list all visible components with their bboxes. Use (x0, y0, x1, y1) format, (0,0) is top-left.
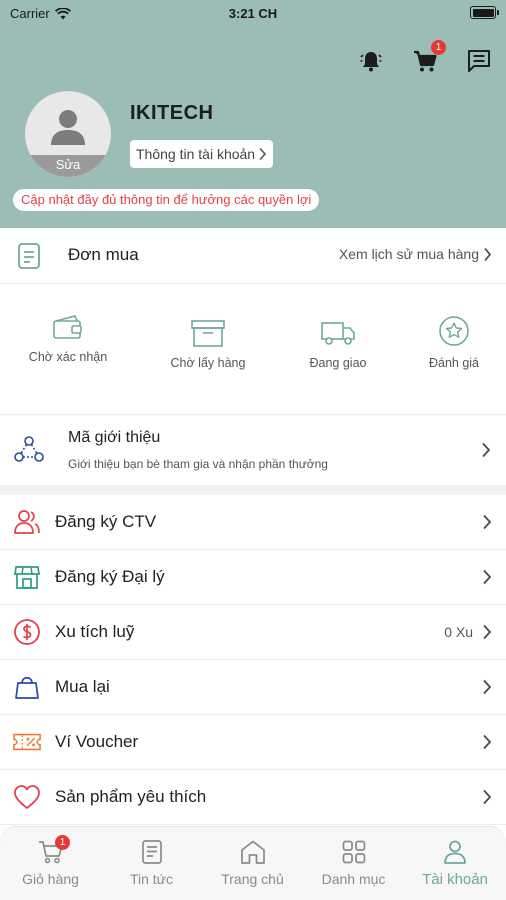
nav-label: Danh mục (321, 871, 386, 887)
orders-title: Đơn mua (68, 245, 139, 264)
chevron-right-icon (483, 679, 492, 695)
nav-cart-badge: 1 (55, 835, 70, 850)
chevron-right-icon (484, 247, 492, 261)
section-gap (0, 485, 506, 495)
menu-voucher-wallet[interactable]: Ví Voucher (0, 715, 506, 770)
status-review[interactable]: Đánh giá (404, 314, 504, 370)
coin-icon (13, 618, 41, 646)
bottom-navigation: 1 Giỏ hàng Tin tức Trang chủ Danh mục Tà… (0, 826, 506, 900)
nav-account[interactable]: Tài khoản (404, 839, 506, 888)
user-name: IKITECH (130, 102, 214, 124)
status-label: Đang giao (309, 356, 367, 370)
header-cart-icon[interactable]: 1 (410, 40, 446, 76)
chevron-right-icon (483, 734, 492, 750)
update-info-notice[interactable]: Cập nhật đầy đủ thông tin để hưởng các q… (13, 189, 320, 211)
status-awaiting-pickup[interactable]: Chờ lấy hàng (158, 318, 258, 370)
menu-label: Xu tích luỹ (55, 622, 135, 641)
status-time: 3:21 CH (228, 6, 278, 21)
purchase-history-link[interactable]: Xem lịch sử mua hàng (339, 246, 492, 262)
status-label: Chờ xác nhận (28, 350, 108, 364)
message-icon[interactable] (464, 46, 494, 76)
person-icon (444, 840, 466, 864)
status-in-delivery[interactable]: Đang giao (288, 318, 388, 370)
menu-register-collaborator[interactable]: Đăng ký CTV (0, 495, 506, 550)
store-icon (13, 563, 41, 591)
nav-label: Tài khoản (422, 871, 488, 888)
account-info-button[interactable]: Thông tin tài khoản (130, 140, 274, 168)
avatar-placeholder-icon (25, 107, 111, 147)
chevron-right-icon (259, 147, 267, 161)
nav-label: Tin tức (129, 871, 174, 887)
order-status-strip: Chờ xác nhận Chờ lấy hàng Đang giao Đánh… (0, 294, 506, 404)
wallet-icon (53, 315, 82, 339)
menu-label: Mua lại (55, 677, 110, 696)
voucher-icon (13, 728, 41, 756)
referral-subtitle: Giới thiệu bạn bè tham gia và nhận phần … (68, 457, 328, 471)
menu-buy-again[interactable]: Mua lại (0, 660, 506, 715)
menu-label: Sản phẩm yêu thích (55, 787, 207, 806)
referral-code-row[interactable]: Mã giới thiệu Giới thiệu bạn bè tham gia… (0, 415, 506, 485)
nav-cart[interactable]: 1 Giỏ hàng (0, 835, 101, 887)
nav-label: Trang chủ (221, 871, 284, 887)
chevron-right-icon (482, 442, 491, 458)
cart-badge: 1 (431, 40, 446, 55)
avatar[interactable]: Sửa (25, 91, 111, 177)
nav-home[interactable]: Trang chủ (202, 839, 303, 887)
grid-icon (342, 840, 365, 864)
home-icon (240, 840, 265, 864)
avatar-edit-button[interactable]: Sửa (25, 155, 111, 177)
orders-header-row[interactable]: Đơn mua Xem lịch sử mua hàng (0, 228, 506, 284)
menu-label: Đăng ký CTV (55, 512, 157, 531)
status-awaiting-confirmation[interactable]: Chờ xác nhận (18, 312, 118, 364)
notification-bell-icon[interactable] (356, 46, 386, 76)
nav-categories[interactable]: Danh mục (303, 839, 404, 887)
bag-icon (13, 673, 41, 701)
chevron-right-icon (483, 789, 492, 805)
battery-icon (470, 6, 499, 19)
menu-register-agency[interactable]: Đăng ký Đại lý (0, 550, 506, 605)
box-icon (191, 320, 225, 347)
heart-icon (13, 783, 41, 811)
menu-favorite-products[interactable]: Sản phẩm yêu thích (0, 770, 506, 825)
users-icon (13, 508, 41, 536)
chevron-right-icon (483, 624, 492, 640)
status-label: Chờ lấy hàng (170, 356, 246, 370)
order-list-icon (18, 243, 40, 269)
nav-label: Giỏ hàng (22, 871, 79, 887)
truck-icon (321, 322, 355, 345)
status-label: Đánh giá (428, 356, 480, 370)
chevron-right-icon (483, 569, 492, 585)
coin-balance: 0 Xu (444, 624, 473, 640)
referral-title: Mã giới thiệu (68, 429, 161, 446)
menu-accumulated-coins[interactable]: Xu tích luỹ 0 Xu (0, 605, 506, 660)
share-network-icon (14, 436, 44, 462)
profile-header: Carrier 3:21 CH 1 Sửa IKITECH Thông tin … (0, 0, 506, 228)
news-icon (141, 840, 162, 864)
status-bar: Carrier 3:21 CH (0, 0, 506, 28)
star-icon (439, 316, 469, 346)
menu-label: Ví Voucher (55, 732, 139, 751)
purchase-history-label: Xem lịch sử mua hàng (338, 246, 479, 262)
menu-label: Đăng ký Đại lý (55, 567, 165, 586)
chevron-right-icon (483, 514, 492, 530)
nav-news[interactable]: Tin tức (101, 839, 202, 887)
account-info-label: Thông tin tài khoản (136, 146, 256, 162)
